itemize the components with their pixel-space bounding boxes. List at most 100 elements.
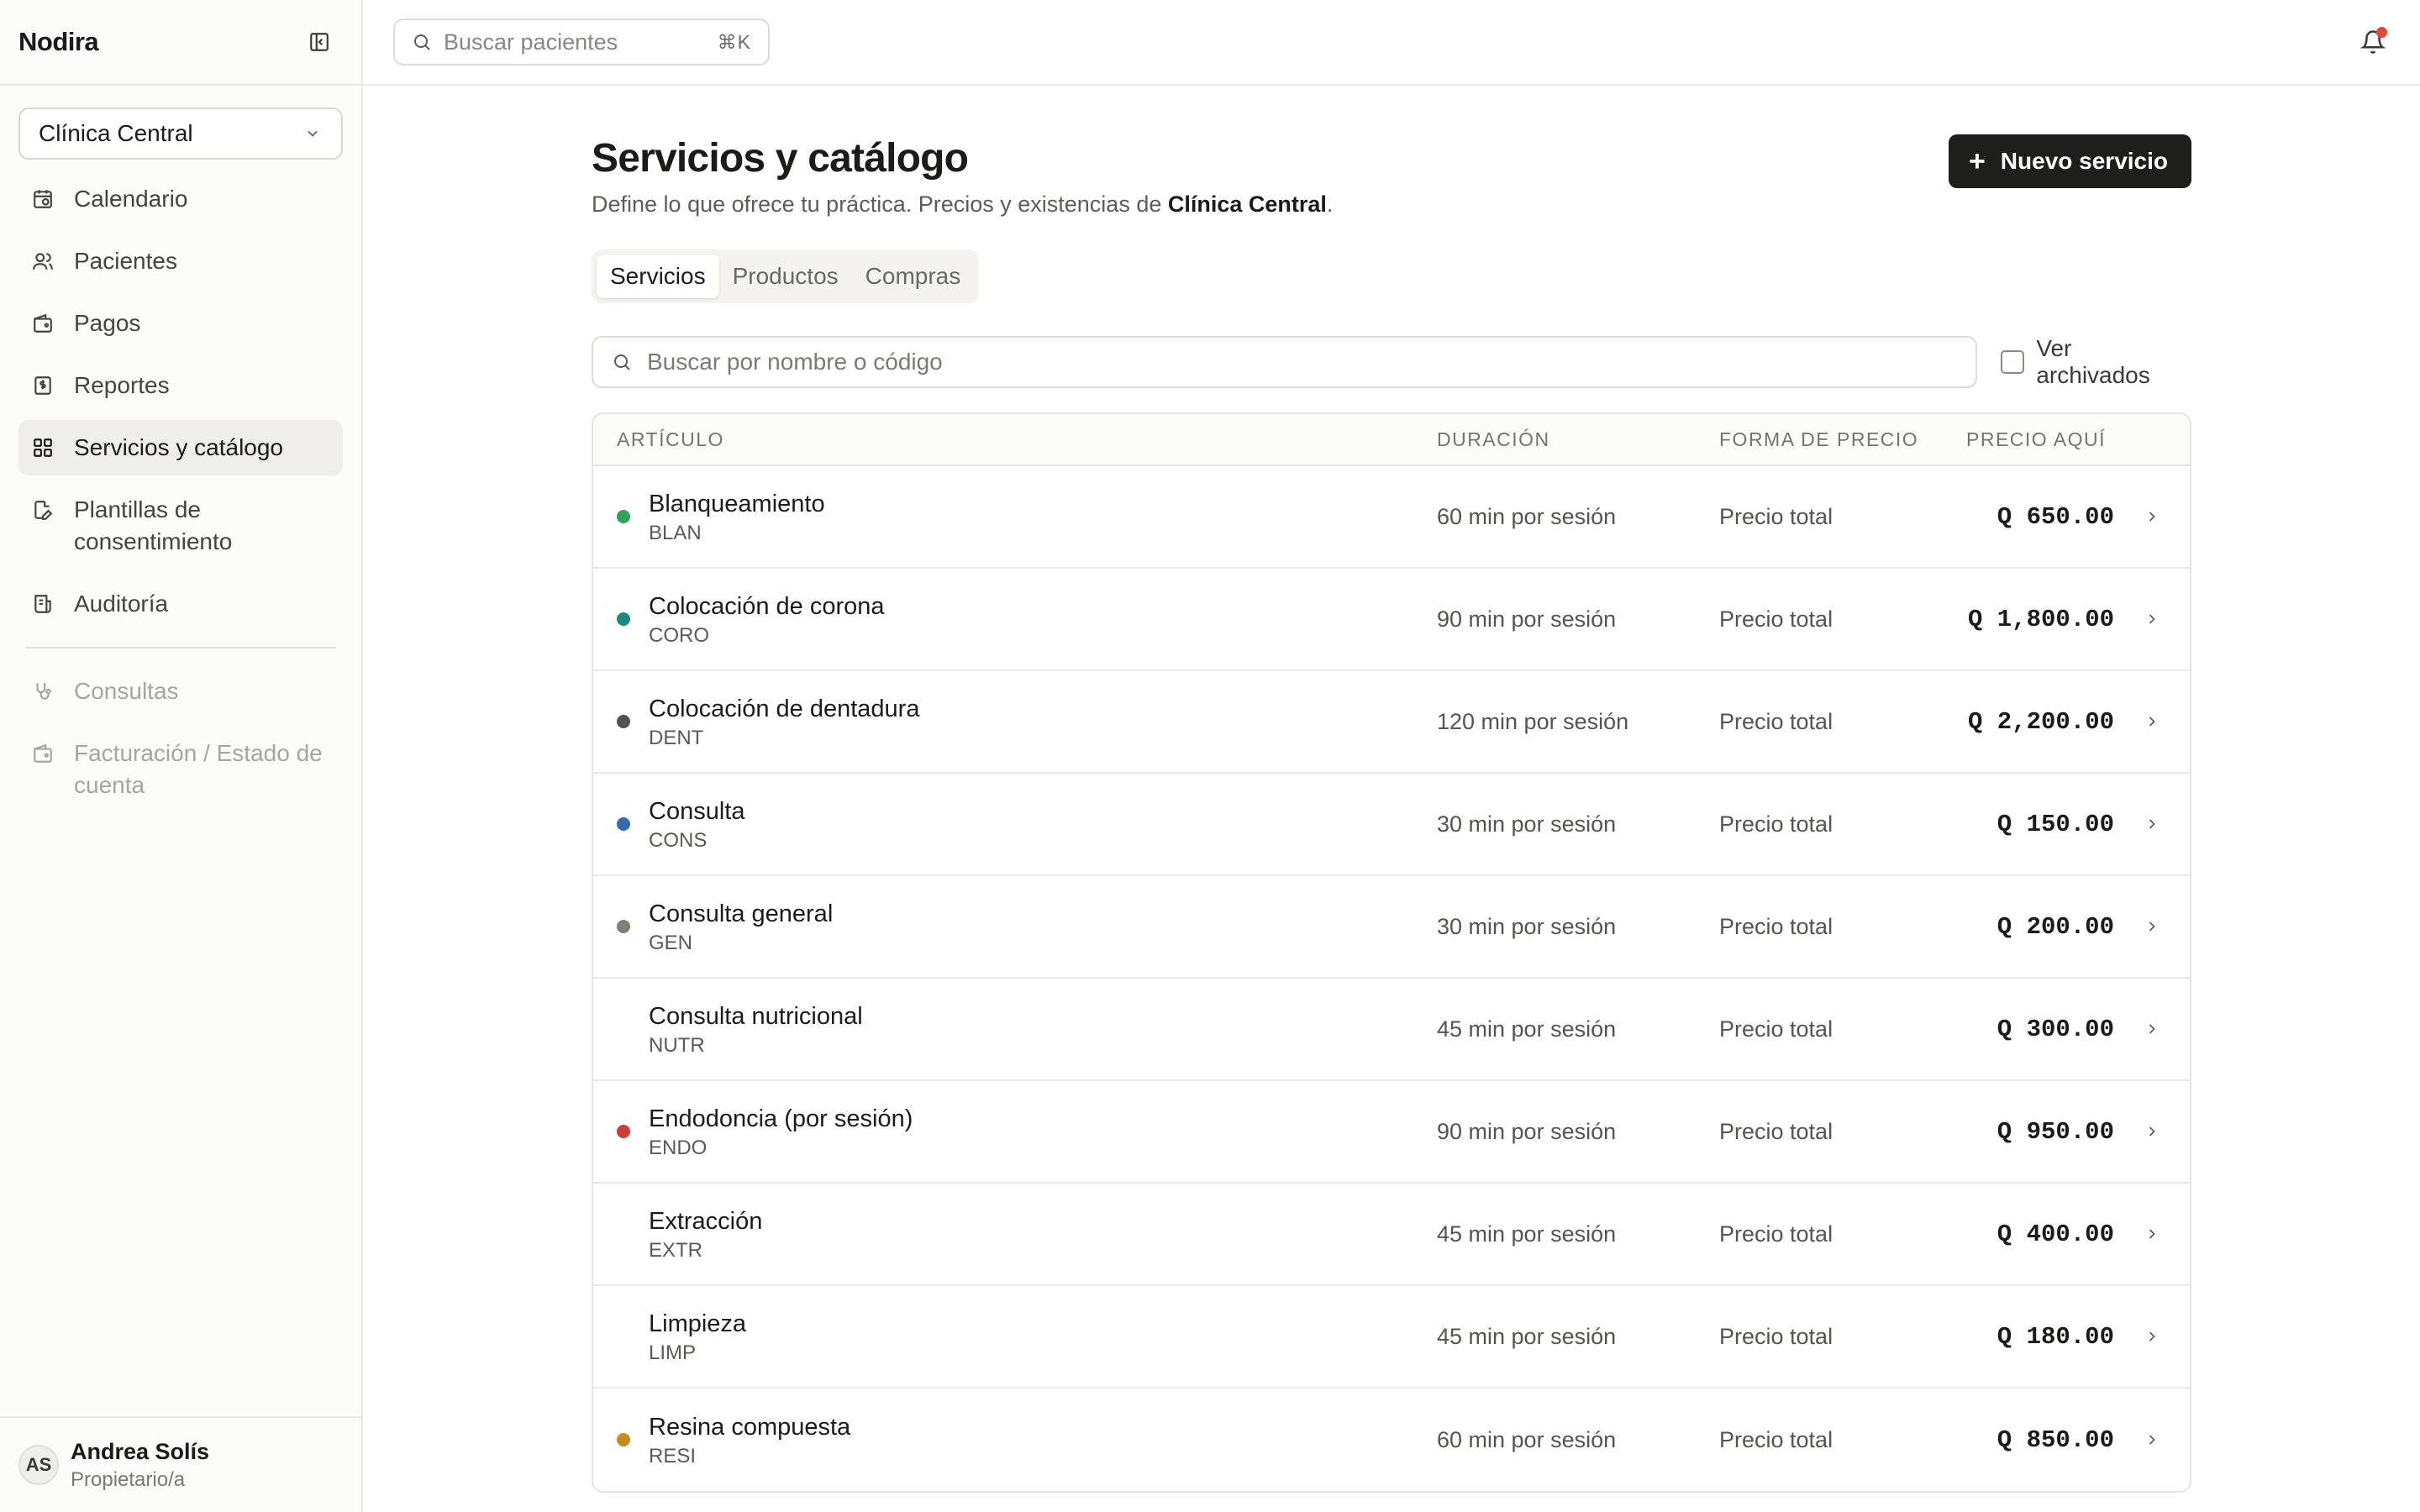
clinic-selector[interactable]: Clínica Central: [18, 108, 343, 160]
cell-forma: Precio total: [1719, 606, 1833, 632]
cell-duracion: 90 min por sesión: [1437, 606, 1617, 632]
service-code: CONS: [649, 829, 708, 852]
service-name: Limpieza: [649, 1310, 747, 1337]
service-code: CORO: [649, 624, 709, 647]
show-archived-toggle[interactable]: Ver archivados: [2001, 335, 2191, 389]
chevron-right-icon: [2149, 921, 2155, 932]
sidebar-item-label: Auditoría: [74, 591, 169, 617]
sidebar-item-label: Pagos: [74, 310, 141, 336]
table-body: Blanqueamiento BLAN 60 min por sesión Pr…: [593, 466, 2190, 1491]
table-row[interactable]: Blanqueamiento BLAN 60 min por sesión Pr…: [593, 466, 2190, 569]
service-color-dot: [617, 1125, 630, 1138]
header-articulo: ARTÍCULO: [617, 428, 724, 450]
nav-divider: [25, 647, 336, 648]
service-color-dot: [617, 612, 630, 626]
sidebar-toggle-button[interactable]: [306, 29, 333, 55]
cell-duracion: 60 min por sesión: [1437, 503, 1617, 529]
wallet-icon: [34, 743, 52, 763]
chevron-right-icon: [2149, 614, 2155, 624]
shortcut-hint: ⌘K: [717, 30, 751, 53]
cell-precio: Q 300.00: [1996, 1015, 2114, 1043]
edit-file-icon: [34, 501, 53, 520]
page-header: Servicios y catálogo Define lo que ofrec…: [592, 133, 2191, 218]
sidebar-item-facturacion: Facturación / Estado de cuenta: [18, 726, 343, 813]
service-color-dot: [617, 817, 630, 831]
header-forma: FORMA DE PRECIO: [1719, 428, 1919, 450]
cell-precio: Q 850.00: [1996, 1425, 2114, 1454]
tab-productos[interactable]: Productos: [719, 255, 852, 298]
service-code: BLAN: [649, 522, 702, 544]
table-row[interactable]: Colocación de corona CORO 90 min por ses…: [593, 569, 2190, 671]
table-row[interactable]: Consulta CONS 30 min por sesión Precio t…: [593, 774, 2190, 876]
sidebar-item-consultas: Consultas: [18, 664, 343, 719]
show-archived-checkbox[interactable]: [2001, 350, 2025, 374]
sidebar-item-label: Facturación / Estado de cuenta: [74, 740, 323, 798]
service-name: Extracción: [649, 1208, 763, 1235]
sidebar-item-plantillas[interactable]: Plantillas de consentimiento: [18, 482, 343, 570]
service-name: Consulta general: [649, 900, 834, 927]
search-icon: [414, 34, 430, 50]
service-name: Colocación de dentadura: [649, 696, 920, 722]
table-row[interactable]: Consulta nutricional NUTR 45 min por ses…: [593, 979, 2190, 1081]
cell-precio: Q 650.00: [1996, 502, 2114, 531]
cell-precio: Q 180.00: [1996, 1322, 2114, 1351]
table-row[interactable]: Colocación de dentadura DENT 120 min por…: [593, 671, 2190, 774]
notification-badge: [2376, 27, 2387, 38]
chevron-right-icon: [2149, 1229, 2155, 1239]
service-name: Colocación de corona: [649, 593, 885, 620]
service-code: NUTR: [649, 1034, 705, 1057]
new-service-label: Nuevo servicio: [2000, 148, 2168, 174]
cell-articulo: Consulta CONS: [593, 795, 1437, 853]
tab-servicios[interactable]: Servicios: [597, 255, 719, 298]
service-code: ENDO: [649, 1137, 708, 1159]
patient-search-input[interactable]: Buscar pacientes ⌘K: [393, 18, 770, 66]
sidebar-item-pacientes[interactable]: Pacientes: [18, 234, 343, 289]
chevron-right-icon: [2149, 512, 2155, 522]
chevron-right-icon: [2149, 1435, 2155, 1445]
service-code: GEN: [649, 932, 693, 954]
plus-icon: +: [1968, 145, 1986, 177]
table-row[interactable]: Extracción EXTR 45 min por sesión Precio…: [593, 1184, 2190, 1286]
chevron-right-icon: [2149, 1024, 2155, 1034]
cell-articulo: Endodoncia (por sesión) ENDO: [593, 1103, 1437, 1160]
cell-articulo: Extracción EXTR: [593, 1205, 1437, 1263]
audit-icon: [34, 595, 51, 613]
catalog-tabs: Servicios Productos Compras: [592, 249, 980, 303]
cell-articulo: Blanqueamiento BLAN: [593, 488, 1437, 545]
cell-precio: Q 1,800.00: [1967, 605, 2114, 633]
cell-duracion: 30 min por sesión: [1437, 811, 1617, 837]
table-row[interactable]: Endodoncia (por sesión) ENDO 90 min por …: [593, 1081, 2190, 1184]
user-name: Andrea Solís: [71, 1438, 210, 1464]
table-row[interactable]: Consulta general GEN 30 min por sesión P…: [593, 876, 2190, 979]
cell-duracion: 45 min por sesión: [1437, 1221, 1617, 1247]
page-subtitle-end: .: [1326, 192, 1334, 217]
sidebar-item-label: Pacientes: [74, 248, 177, 274]
service-code: EXTR: [649, 1239, 703, 1262]
sidebar-item-pagos[interactable]: Pagos: [18, 296, 343, 351]
sidebar-item-servicios[interactable]: Servicios y catálogo: [18, 420, 343, 475]
cell-duracion: 60 min por sesión: [1437, 1426, 1617, 1452]
sidebar-nav: Calendario Pacientes Pagos Reportes Serv…: [0, 171, 361, 813]
sidebar-item-calendario[interactable]: Calendario: [18, 171, 343, 227]
show-archived-label: Ver archivados: [2036, 335, 2150, 388]
chevron-down-icon: [308, 130, 318, 137]
sidebar-item-label: Consultas: [74, 678, 179, 704]
cell-articulo: Resina compuesta RESI: [593, 1411, 1437, 1468]
tab-compras[interactable]: Compras: [852, 255, 975, 298]
topbar: Buscar pacientes ⌘K: [363, 0, 2420, 86]
page-subtitle-clinic: Clínica Central: [1167, 192, 1327, 217]
cell-duracion: 90 min por sesión: [1437, 1118, 1617, 1144]
table-row[interactable]: Resina compuesta RESI 60 min por sesión …: [593, 1389, 2190, 1491]
sidebar-item-auditoria[interactable]: Auditoría: [18, 576, 343, 632]
user-profile[interactable]: AS Andrea Solís Propietario/a: [0, 1416, 361, 1512]
cell-duracion: 30 min por sesión: [1437, 913, 1617, 939]
sidebar-item-reportes[interactable]: Reportes: [18, 358, 343, 413]
cell-precio: Q 200.00: [1996, 912, 2114, 941]
table-row[interactable]: Limpieza LIMP 45 min por sesión Precio t…: [593, 1286, 2190, 1389]
chevron-right-icon: [2149, 819, 2155, 829]
new-service-button[interactable]: + Nuevo servicio: [1948, 134, 2191, 188]
services-table: ARTÍCULO DURACIÓN FORMA DE PRECIO PRECIO…: [592, 412, 2191, 1493]
notifications-button[interactable]: [2356, 25, 2390, 59]
service-name: Resina compuesta: [649, 1414, 851, 1441]
catalog-search-input[interactable]: Buscar por nombre o código: [592, 336, 1978, 388]
